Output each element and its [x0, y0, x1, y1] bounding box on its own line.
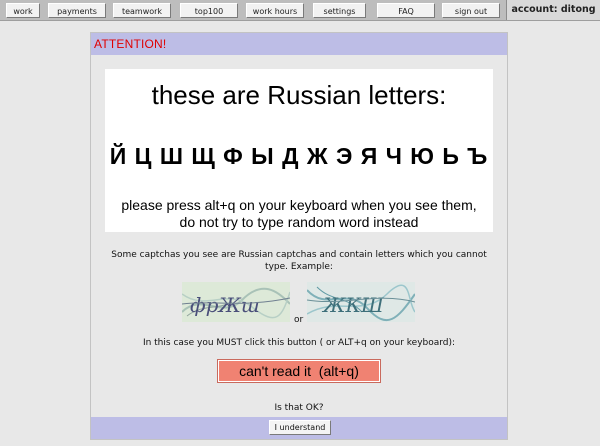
attention-panel: ATTENTION! these are Russian letters: Й …	[90, 32, 508, 440]
info-text-line-1: Some captchas you see are Russian captch…	[111, 250, 487, 260]
top-nav-bar: work payments teamwork top100 work hours…	[0, 0, 600, 21]
account-label: account: ditong	[506, 0, 600, 20]
panel-header: ATTENTION!	[91, 33, 507, 55]
russian-letters-title: these are Russian letters:	[151, 80, 447, 110]
svg-text:фрЖш: фрЖш	[190, 293, 260, 317]
svg-text:ЖКШ: ЖКШ	[321, 293, 385, 317]
i-understand-button[interactable]: I understand	[269, 420, 331, 435]
nav-sign-out-button[interactable]: sign out	[442, 3, 500, 18]
instruction-line-2: do not try to type random word instead	[179, 214, 419, 230]
nav-work-hours-button[interactable]: work hours	[246, 3, 304, 18]
info-text-line-2: type. Example:	[265, 262, 333, 272]
nav-work-button[interactable]: work	[6, 3, 40, 18]
cant-read-button[interactable]: can't read it (alt+q)	[217, 359, 381, 383]
nav-payments-button[interactable]: payments	[48, 3, 106, 18]
nav-settings-button[interactable]: settings	[313, 3, 366, 18]
nav-faq-button[interactable]: FAQ	[377, 3, 435, 18]
russian-letters-list: Й Ц Ш Щ Ф Ы Д Ж Э Я Ч Ю Ь Ъ	[109, 143, 489, 169]
nav-teamwork-button[interactable]: teamwork	[113, 3, 171, 18]
instruction-line-1: please press alt+q on your keyboard when…	[121, 197, 477, 213]
attention-heading: ATTENTION!	[94, 37, 167, 51]
panel-footer: I understand	[91, 417, 507, 439]
captcha-example-2: ЖКШ	[307, 282, 415, 322]
russian-letters-box: these are Russian letters: Й Ц Ш Щ Ф Ы Д…	[105, 69, 493, 232]
must-click-text: In this case you MUST click this button …	[142, 338, 456, 348]
nav-top100-button[interactable]: top100	[180, 3, 238, 18]
or-label: or	[294, 315, 304, 325]
ok-question-text: Is that OK?	[274, 403, 324, 413]
captcha-example-1: фрЖш	[182, 282, 290, 322]
